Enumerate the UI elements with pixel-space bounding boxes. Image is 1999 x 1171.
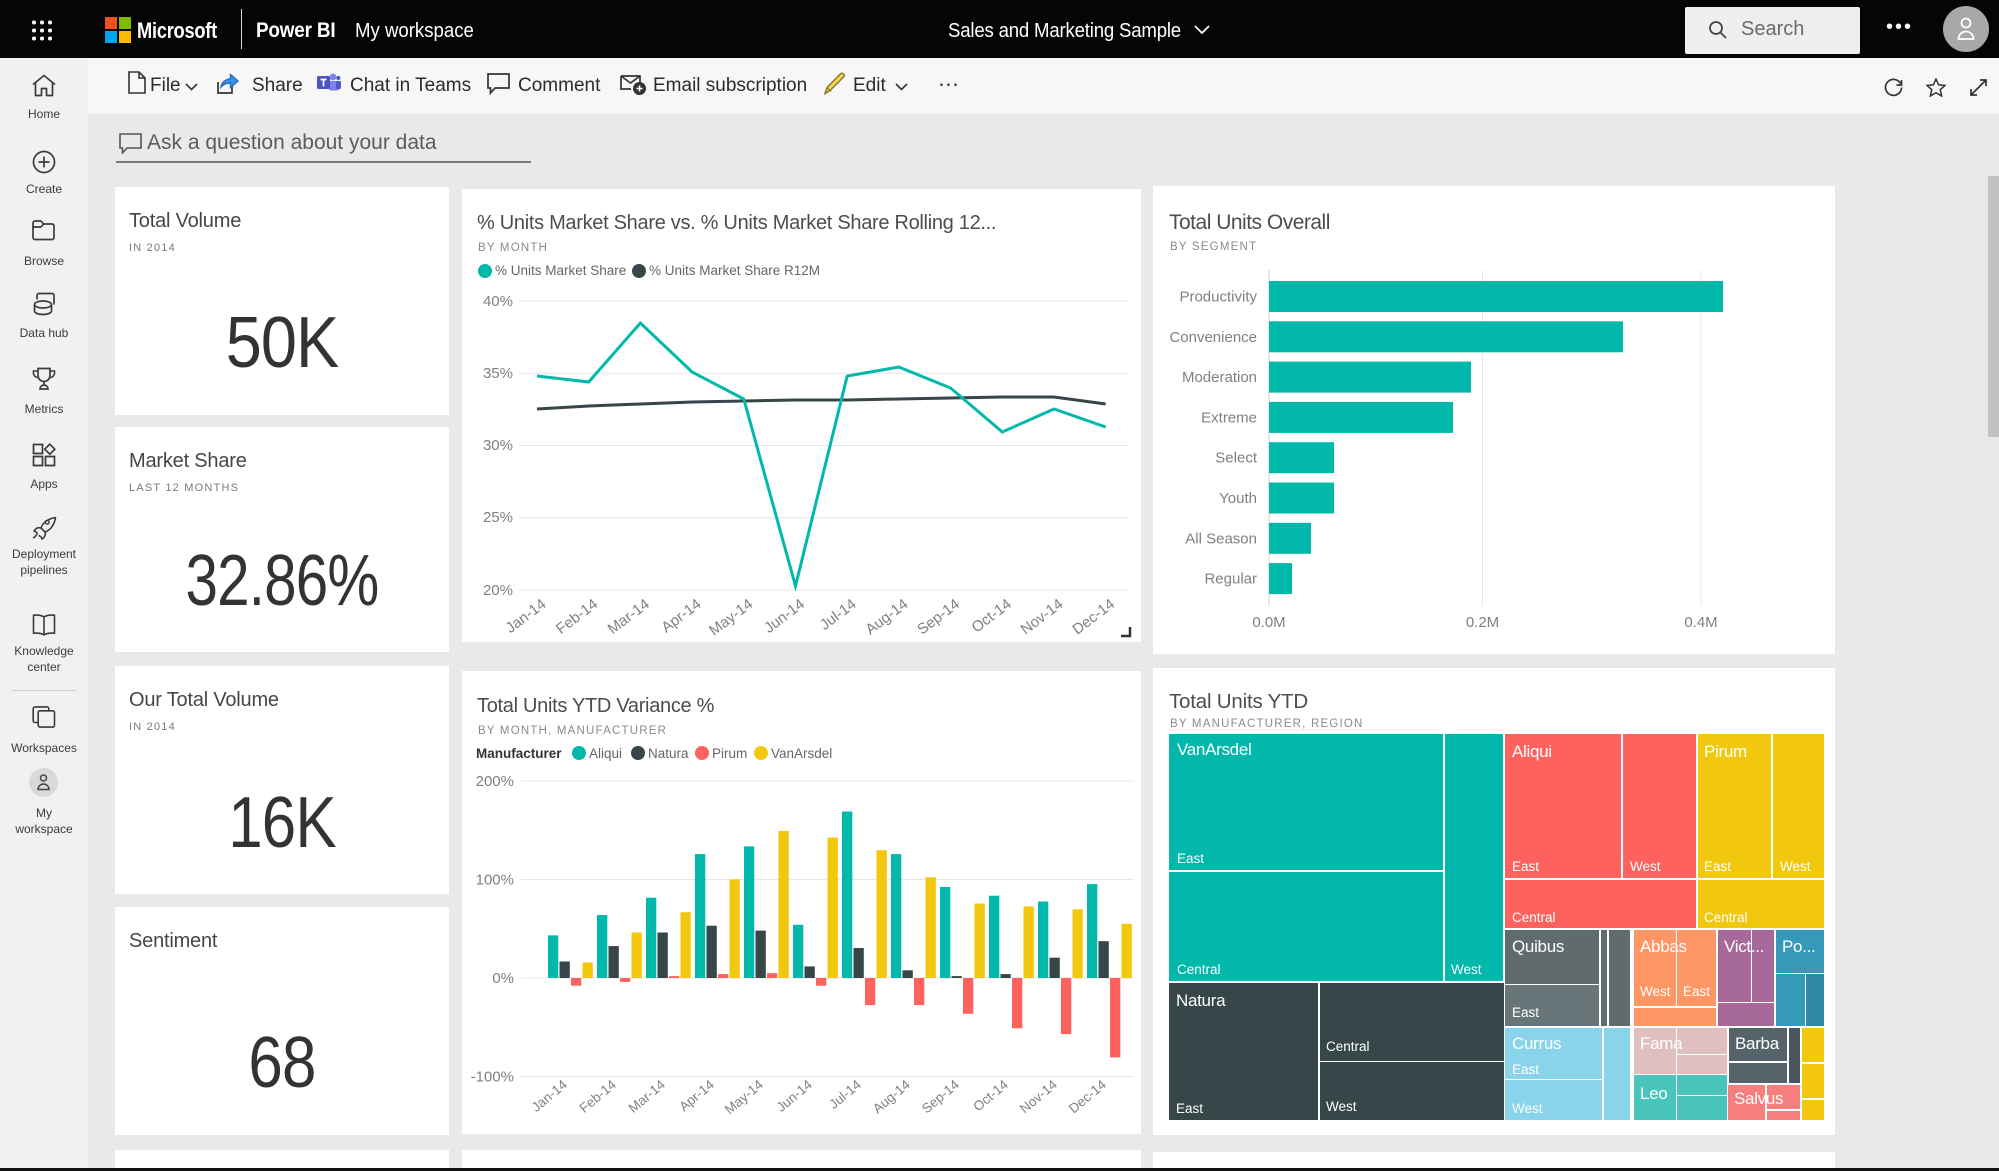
svg-text:Feb-14: Feb-14 [577,1076,620,1115]
svg-text:Jan-14: Jan-14 [529,1076,571,1114]
svg-text:Productivity: Productivity [1179,289,1257,306]
svg-text:BY SEGMENT: BY SEGMENT [1170,241,1257,253]
svg-text:BY MONTH, MANUFACTURER: BY MONTH, MANUFACTURER [478,725,667,737]
svg-text:Dec-14: Dec-14 [1069,596,1118,639]
svg-text:0%: 0% [492,970,514,987]
svg-text:Jun-14: Jun-14 [761,596,808,637]
svg-text:All Season: All Season [1185,530,1257,547]
svg-text:Jul-14: Jul-14 [817,596,860,634]
svg-text:Feb-14: Feb-14 [553,596,601,638]
svg-text:Nov-14: Nov-14 [1017,1076,1060,1116]
svg-text:40%: 40% [483,293,513,310]
svg-text:Extreme: Extreme [1201,409,1257,426]
svg-text:Natura: Natura [648,746,689,761]
svg-text:0.0M: 0.0M [1252,614,1285,631]
svg-text:Aug-14: Aug-14 [862,596,911,639]
svg-text:May-14: May-14 [706,596,756,640]
svg-text:Nov-14: Nov-14 [1018,596,1067,639]
svg-text:Total Units YTD Variance %: Total Units YTD Variance % [477,695,715,717]
svg-text:Total Units Overall: Total Units Overall [1169,211,1330,234]
svg-text:30%: 30% [483,437,513,454]
svg-text:Regular: Regular [1204,571,1257,588]
svg-text:Sep-14: Sep-14 [914,596,963,639]
svg-text:35%: 35% [483,365,513,382]
svg-text:Mar-14: Mar-14 [626,1076,669,1115]
svg-text:200%: 200% [476,773,514,790]
svg-text:20%: 20% [483,582,513,599]
svg-text:Oct-14: Oct-14 [969,596,1015,637]
svg-text:Pirum: Pirum [712,746,747,761]
svg-text:Aug-14: Aug-14 [870,1077,913,1117]
svg-text:25%: 25% [483,509,513,526]
svg-text:Select: Select [1215,450,1258,467]
svg-text:0.2M: 0.2M [1466,614,1499,631]
svg-text:Dec-14: Dec-14 [1066,1076,1109,1116]
svg-text:Jun-14: Jun-14 [774,1076,816,1114]
svg-text:Oct-14: Oct-14 [970,1076,1011,1114]
svg-text:% Units Market Share vs. % Uni: % Units Market Share vs. % Units Market … [477,212,996,234]
svg-text:Jan-14: Jan-14 [503,596,550,637]
svg-text:BY MONTH: BY MONTH [478,242,548,254]
svg-text:VanArsdel: VanArsdel [771,746,832,761]
svg-text:May-14: May-14 [722,1076,767,1117]
svg-text:Apr-14: Apr-14 [658,596,704,637]
svg-text:% Units Market Share R12M: % Units Market Share R12M [649,263,820,278]
svg-text:Moderation: Moderation [1182,369,1257,386]
svg-text:% Units Market Share: % Units Market Share [495,263,626,278]
svg-text:Youth: Youth [1219,490,1257,507]
svg-text:Manufacturer: Manufacturer [476,746,562,761]
svg-text:Mar-14: Mar-14 [605,596,653,638]
svg-text:Aliqui: Aliqui [589,746,622,761]
svg-text:Convenience: Convenience [1169,329,1257,346]
svg-text:Apr-14: Apr-14 [676,1076,717,1114]
svg-text:0.4M: 0.4M [1684,614,1717,631]
svg-text:Jul-14: Jul-14 [826,1076,864,1111]
svg-text:100%: 100% [476,872,514,889]
svg-text:-100%: -100% [471,1069,514,1086]
svg-text:Sep-14: Sep-14 [919,1077,962,1117]
